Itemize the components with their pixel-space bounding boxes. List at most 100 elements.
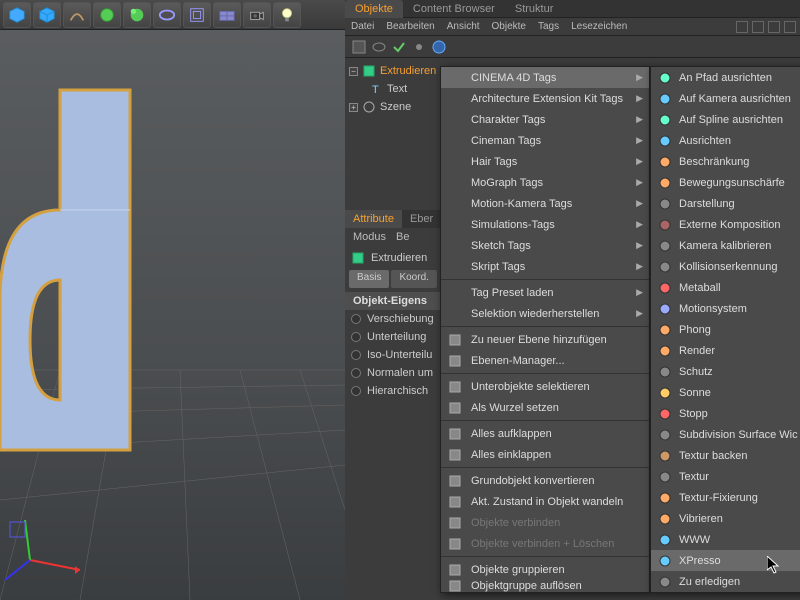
submenu-item[interactable]: Auf Spline ausrichten (651, 109, 800, 130)
spline-icon[interactable] (63, 2, 91, 28)
menu-file[interactable]: Datei (351, 21, 374, 32)
tag-icon (657, 280, 673, 296)
submenu-item[interactable]: Schutz (651, 361, 800, 382)
collapse-icon (447, 447, 463, 463)
menu-item[interactable]: Architecture Extension Kit Tags▶ (441, 88, 649, 109)
camera-icon[interactable] (243, 2, 271, 28)
menu-edit[interactable]: Bearbeiten (386, 21, 434, 32)
menu-label: Selektion wiederherstellen (471, 308, 599, 320)
menu-item[interactable]: Objektgruppe auflösen (441, 580, 649, 592)
search-icon[interactable] (736, 21, 748, 33)
attr-menu-mode[interactable]: Modus (353, 231, 386, 243)
menu-item[interactable]: Hair Tags▶ (441, 151, 649, 172)
submenu-item[interactable]: Sonne (651, 382, 800, 403)
subtab-basis[interactable]: Basis (349, 270, 389, 288)
viewport[interactable] (0, 30, 345, 600)
expand-icon[interactable]: + (349, 103, 358, 112)
submenu-item[interactable]: Kollisionserkennung (651, 256, 800, 277)
submenu-item[interactable]: Externe Komposition (651, 214, 800, 235)
submenu-item[interactable]: Motionsystem (651, 298, 800, 319)
menu-item[interactable]: CINEMA 4D Tags▶ (441, 67, 649, 88)
menu-label: Objekte verbinden + Löschen (471, 538, 614, 550)
menu-objects[interactable]: Objekte (492, 21, 526, 32)
submenu-item[interactable]: Kamera kalibrieren (651, 235, 800, 256)
submenu-item[interactable]: Stopp (651, 403, 800, 424)
layers-icon (447, 353, 463, 369)
tab-content-browser[interactable]: Content Browser (403, 0, 505, 18)
generator2-icon[interactable] (123, 2, 151, 28)
fold-icon[interactable] (768, 21, 780, 33)
submenu-item[interactable]: Vibrieren (651, 508, 800, 529)
floor-icon[interactable] (213, 2, 241, 28)
menu-item[interactable]: Unterobjekte selektieren (441, 376, 649, 397)
menu-item[interactable]: Skript Tags▶ (441, 256, 649, 277)
expand-icon[interactable]: − (349, 67, 358, 76)
submenu-item[interactable]: WWW (651, 529, 800, 550)
menu-item[interactable]: Zu neuer Ebene hinzufügen (441, 329, 649, 350)
submenu-item[interactable]: Bewegungsunschärfe (651, 172, 800, 193)
submenu-item[interactable]: Subdivision Surface Wic (651, 424, 800, 445)
submenu-item[interactable]: Metaball (651, 277, 800, 298)
menu-item[interactable]: Cineman Tags▶ (441, 130, 649, 151)
check-icon[interactable] (391, 39, 407, 55)
light-icon[interactable] (273, 2, 301, 28)
objects-toolbar (345, 36, 800, 58)
submenu-item[interactable]: Render (651, 340, 800, 361)
cube2-icon[interactable] (33, 2, 61, 28)
menu-item[interactable]: Simulations-Tags▶ (441, 214, 649, 235)
submenu-item[interactable]: Beschränkung (651, 151, 800, 172)
submenu-label: WWW (679, 534, 710, 546)
menu-item[interactable]: MoGraph Tags▶ (441, 172, 649, 193)
menu-label: Architecture Extension Kit Tags (471, 93, 623, 105)
select-child-icon (447, 379, 463, 395)
tab-layers[interactable]: Eber (402, 210, 441, 228)
eye-icon[interactable] (371, 39, 387, 55)
tab-objects[interactable]: Objekte (345, 0, 403, 18)
menu-item[interactable]: Charakter Tags▶ (441, 109, 649, 130)
menu-item[interactable]: Selektion wiederherstellen ▶ (441, 303, 649, 324)
environment-icon[interactable] (183, 2, 211, 28)
globe-icon[interactable] (431, 39, 447, 55)
menu-item[interactable]: Akt. Zustand in Objekt wandeln (441, 491, 649, 512)
menu-label: Motion-Kamera Tags (471, 198, 572, 210)
submenu-label: Motionsystem (679, 303, 747, 315)
submenu-item[interactable]: Ausrichten (651, 130, 800, 151)
submenu-item[interactable]: Auf Kamera ausrichten (651, 88, 800, 109)
text-object-d (0, 90, 130, 450)
generator-icon[interactable] (93, 2, 121, 28)
attr-menu-edit[interactable]: Be (396, 231, 409, 243)
chevron-right-icon: ▶ (636, 308, 643, 319)
filter-icon[interactable] (351, 39, 367, 55)
submenu-item[interactable]: An Pfad ausrichten (651, 67, 800, 88)
menu-tags[interactable]: Tags (538, 21, 559, 32)
submenu-label: Phong (679, 324, 711, 336)
submenu-item[interactable]: Phong (651, 319, 800, 340)
menu-icon[interactable] (784, 21, 796, 33)
menu-item[interactable]: Tag Preset laden▶ (441, 282, 649, 303)
submenu-item[interactable]: Textur-Fixierung (651, 487, 800, 508)
submenu-item[interactable]: Zu erledigen (651, 571, 800, 592)
tab-structure[interactable]: Struktur (505, 0, 564, 18)
menu-item[interactable]: Als Wurzel setzen (441, 397, 649, 418)
submenu-item[interactable]: Textur backen (651, 445, 800, 466)
tag-icon (657, 175, 673, 191)
submenu-item[interactable]: Textur (651, 466, 800, 487)
menu-item[interactable]: Sketch Tags▶ (441, 235, 649, 256)
cube-icon[interactable] (3, 2, 31, 28)
subtab-koord[interactable]: Koord. (391, 270, 436, 288)
menu-view[interactable]: Ansicht (447, 21, 480, 32)
deformer-icon[interactable] (153, 2, 181, 28)
menu-bookmarks[interactable]: Lesezeichen (571, 21, 627, 32)
submenu-item[interactable]: XPresso (651, 550, 800, 571)
menu-item[interactable]: Alles einklappen (441, 444, 649, 465)
menu-item[interactable]: Motion-Kamera Tags▶ (441, 193, 649, 214)
home-icon[interactable] (752, 21, 764, 33)
tab-attribute[interactable]: Attribute (345, 210, 402, 228)
menu-item[interactable]: Ebenen-Manager... (441, 350, 649, 371)
tag-icon (657, 385, 673, 401)
menu-item[interactable]: Alles aufklappen (441, 423, 649, 444)
menu-item[interactable]: Objekte gruppieren (441, 559, 649, 580)
menu-item[interactable]: Grundobjekt konvertieren (441, 470, 649, 491)
submenu-item[interactable]: Darstellung (651, 193, 800, 214)
dot-icon[interactable] (411, 39, 427, 55)
